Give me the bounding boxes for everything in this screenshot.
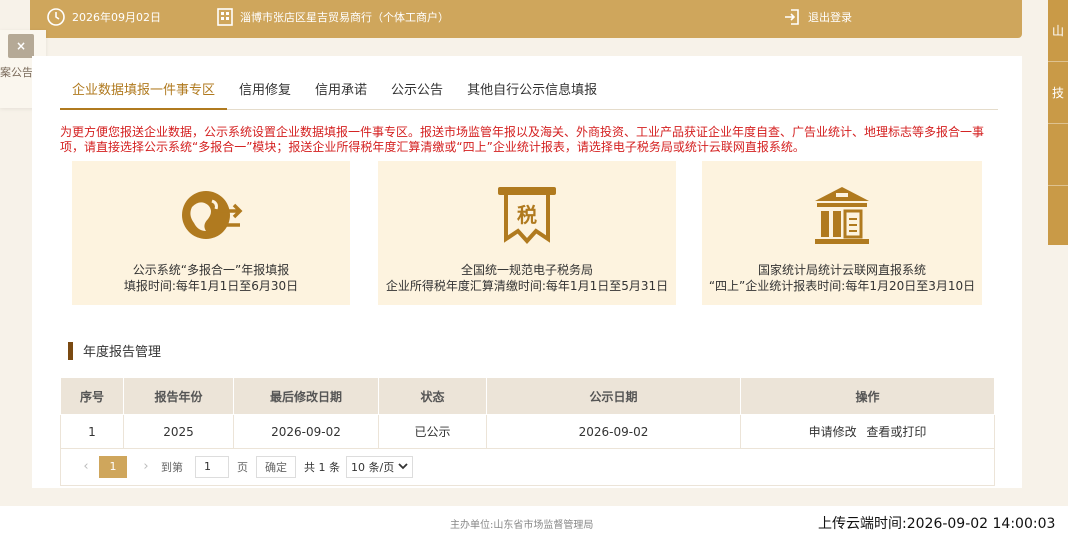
cell-actions: 申请修改 查看或打印 [740,414,995,449]
cell-status: 已公示 [378,414,487,449]
section-title-bar [68,341,73,360]
tax-icon-character: 税 [517,203,537,227]
page-number-current[interactable]: 1 [99,455,127,478]
goto-label: 到第 [161,460,183,474]
service-card-annual-report[interactable]: 公示系统“多报合一”年报填报 填报时间:每年1月1日至6月30日 [72,161,350,305]
footer: 主办单位:山东省市场监督管理局 上传云端时间:2026-09-02 14:00:… [0,506,1068,536]
page-unit-label: 页 [237,460,248,474]
service-card-tax-bureau[interactable]: 税 全国统一规范电子税务局 企业所得税年度汇算清缴时间:每年1月1日至5月31日 [378,161,676,305]
page-size-select[interactable]: 10 条/页 [346,455,414,478]
upload-time: 上传云端时间:2026-09-02 14:00:03 [818,516,1056,532]
col-header-action: 操作 [740,377,995,415]
company-display: 淄博市张店区星吉贸易商行（个体工商户） [216,0,449,34]
right-sidebar-item-2[interactable]: 技 [1048,62,1068,124]
apply-modify-link[interactable]: 申请修改 [809,425,857,439]
view-print-link[interactable]: 查看或打印 [866,425,926,439]
prev-page-button[interactable]: ‹ [77,459,95,474]
service-card-title: 公示系统“多报合一”年报填报 [132,263,290,277]
tab-credit-commitment[interactable]: 信用承诺 [303,78,379,110]
page-size-value: 10 条/页 [351,460,395,474]
footer-host: 主办单位:山东省市场监督管理局 [450,520,594,531]
pagination: ‹ 1 › 到第 页 确定 共 1 条 10 条/页 [60,448,995,486]
total-count: 共 1 条 [304,460,340,474]
tab-credit-repair[interactable]: 信用修复 [227,78,303,110]
company-name: 淄博市张店区星吉贸易商行（个体工商户） [240,11,449,24]
table-row: 1 2025 2026-09-02 已公示 2026-09-02 申请修改 查看… [60,414,995,449]
section-title: 年度报告管理 [68,341,161,360]
service-card-statistics[interactable]: 国家统计局统计云联网直报系统 “四上”企业统计报表时间:每年1月20日至3月10… [702,161,982,305]
clock-icon [46,7,66,27]
tab-data-filing[interactable]: 企业数据填报一件事专区 [60,78,228,110]
service-card-time: 企业所得税年度汇算清缴时间:每年1月1日至5月31日 [385,279,669,293]
service-card-text: 国家统计局统计云联网直报系统 “四上”企业统计报表时间:每年1月20日至3月10… [702,262,982,294]
table-header-row: 序号 报告年份 最后修改日期 状态 公示日期 操作 [60,377,995,415]
service-card-text: 全国统一规范电子税务局 企业所得税年度汇算清缴时间:每年1月1日至5月31日 [378,262,676,294]
main-card: 企业数据填报一件事专区 信用修复 信用承诺 公示公告 其他自行公示信息填报 为更… [32,56,1022,488]
goto-page-input[interactable] [195,455,229,478]
tab-public-notice[interactable]: 公示公告 [379,78,455,110]
cell-public-date: 2026-09-02 [486,414,741,449]
service-card-text: 公示系统“多报合一”年报填报 填报时间:每年1月1日至6月30日 [72,262,350,294]
col-header-year: 报告年份 [123,377,234,415]
annual-report-table: 序号 报告年份 最后修改日期 状态 公示日期 操作 1 2025 2026-09… [60,377,995,449]
notice-text: 为更方便您报送企业数据，公示系统设置企业数据填报一件事专区。报送市场监管年报以及… [60,125,985,154]
cell-modified: 2026-09-02 [233,414,379,449]
logout-icon [782,7,802,27]
logout-label: 退出登录 [808,11,852,24]
goto-confirm-button[interactable]: 确定 [256,455,296,478]
top-bar: 2026年09月02日 淄博市张店区星吉贸易商行（个体工商户） 退出登录 [30,0,1022,38]
date-text: 2026年09月02日 [72,11,161,24]
chevron-down-icon [398,460,408,473]
service-card-title: 全国统一规范电子税务局 [460,263,593,277]
col-header-no: 序号 [60,377,124,415]
floating-notice-text[interactable]: 案公告 [0,64,33,80]
service-card-time: 填报时间:每年1月1日至6月30日 [123,279,299,293]
tax-scroll-icon: 税 [494,183,560,247]
section-title-text: 年度报告管理 [83,345,162,360]
right-sidebar-item-3 [1048,124,1068,186]
building-icon [216,7,234,27]
next-page-button[interactable]: › [137,459,155,474]
date-display: 2026年09月02日 [46,0,161,34]
right-sidebar-item-1[interactable]: 山 [1048,0,1068,62]
close-button[interactable]: × [8,34,34,58]
cell-no: 1 [60,414,124,449]
right-sidebar: 山 技 [1048,0,1068,245]
bank-building-icon [809,183,875,247]
col-header-status: 状态 [378,377,487,415]
globe-exchange-icon [178,183,244,247]
logout-button[interactable]: 退出登录 [782,0,852,34]
tab-other-disclosure[interactable]: 其他自行公示信息填报 [455,78,609,110]
cell-year: 2025 [123,414,234,449]
service-card-title: 国家统计局统计云联网直报系统 [757,263,926,277]
service-card-time: “四上”企业统计报表时间:每年1月20日至3月10日 [708,279,976,293]
col-header-public-date: 公示日期 [486,377,741,415]
col-header-modified: 最后修改日期 [233,377,379,415]
tab-bar: 企业数据填报一件事专区 信用修复 信用承诺 公示公告 其他自行公示信息填报 [60,78,998,110]
